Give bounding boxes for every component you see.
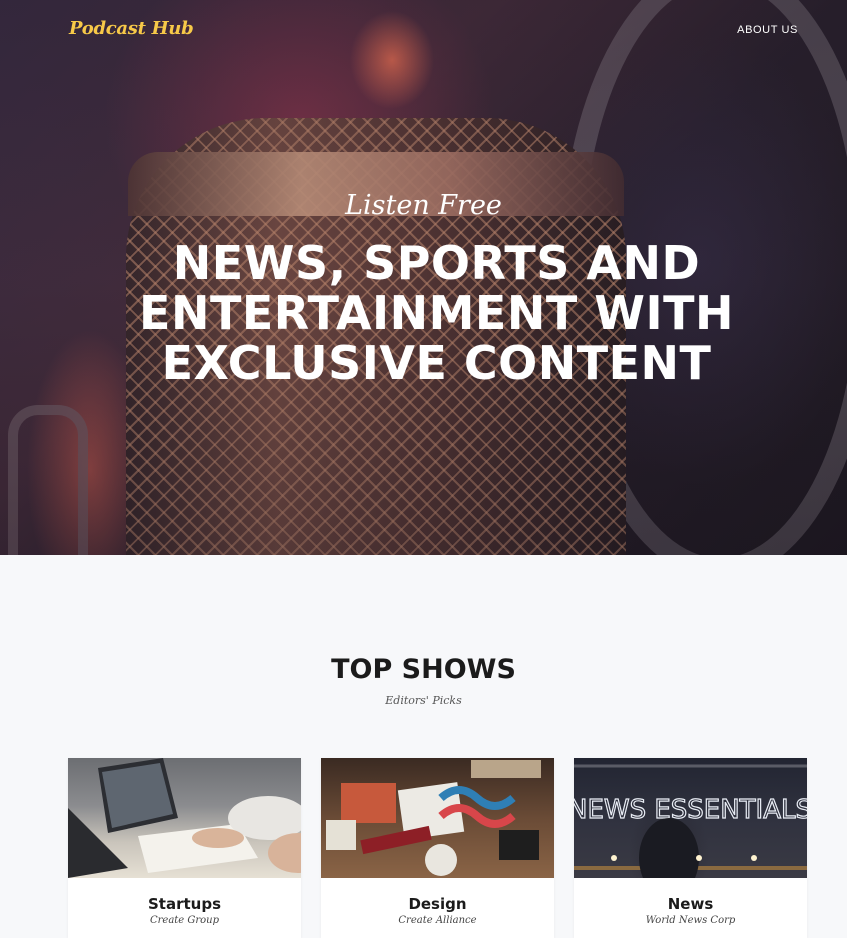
show-name: Design [408,895,467,913]
hero-subtitle: Listen Free [345,190,502,221]
nav-about-us[interactable]: ABOUT US [737,24,798,36]
neon-sign-text: NEWS ESSENTIALS [574,795,807,825]
brand-logo[interactable]: Podcast Hub [69,18,194,39]
news-sign-image: NEWS ESSENTIALS [574,764,807,878]
top-shows-subtitle: Editors' Picks [385,694,462,707]
show-name: News [667,895,714,913]
laptop-desk-image [68,758,301,878]
show-author: Create Alliance [398,915,477,926]
startups-thumbnail [68,758,301,878]
show-card-startups[interactable]: Startups Create Group [68,758,301,938]
design-thumbnail [321,758,554,878]
show-name: Startups [147,895,221,913]
show-card-design[interactable]: Design Create Alliance [321,758,554,938]
news-thumbnail: NEWS ESSENTIALS [574,758,807,878]
hero-title: NEWS, SPORTS AND ENTERTAINMENT WITH EXCL… [139,236,734,390]
show-card-news[interactable]: NEWS ESSENTIALS News World News Corp [574,758,807,938]
top-shows-title: TOP SHOWS [331,654,516,685]
hero-banner: Podcast Hub ABOUT US Listen Free NEWS, S… [0,0,847,555]
show-author: Create Group [149,915,220,926]
show-author: World News Corp [645,915,736,926]
design-flatlay-image [326,760,541,876]
